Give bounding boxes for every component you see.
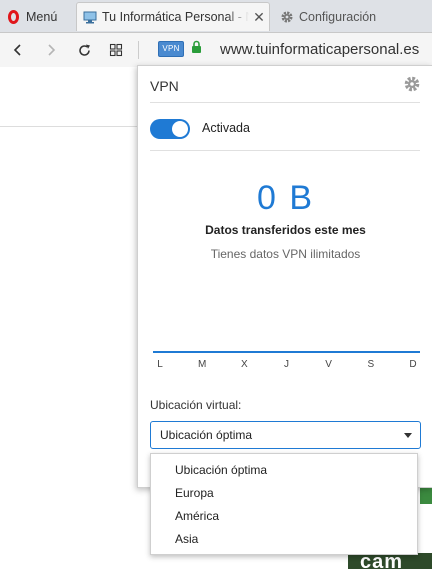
popup-divider	[150, 102, 420, 103]
selected-location: Ubicación óptima	[160, 428, 253, 442]
menu-label: Menú	[26, 9, 58, 24]
vpn-toggle[interactable]	[150, 119, 190, 139]
grid-icon	[109, 43, 123, 57]
virtual-location-select[interactable]: Ubicación óptima	[150, 421, 421, 449]
tab-title: Tu Informática Personal - N	[102, 10, 249, 24]
page-divider	[0, 126, 140, 127]
location-option[interactable]: América	[175, 509, 219, 523]
data-transferred-amount: 0 B	[256, 179, 315, 217]
location-option[interactable]: Europa	[175, 486, 214, 500]
monitor-icon	[83, 11, 97, 24]
usage-chart-baseline	[153, 351, 420, 353]
tab-title: Configuración	[299, 9, 377, 24]
toggle-knob	[172, 121, 188, 137]
location-option[interactable]: Ubicación óptima	[175, 463, 267, 477]
toolbar-divider	[138, 41, 139, 59]
weekday-label: M	[197, 359, 207, 370]
caret-down-icon	[404, 433, 412, 438]
forward-arrow-icon	[48, 44, 56, 56]
weekday-label: D	[409, 359, 417, 370]
close-tab-icon[interactable]: ✕	[249, 9, 269, 26]
opera-menu-button[interactable]: Menú	[0, 2, 74, 31]
weekday-label: L	[157, 359, 163, 370]
back-arrow-icon	[13, 44, 21, 56]
weekday-label: J	[283, 359, 289, 370]
location-dropdown-list: Ubicación óptima Europa América Asia	[150, 453, 418, 555]
data-transferred-title: Datos transferidos este mes	[205, 223, 366, 237]
address-toolbar: VPN www.tuinformaticapersonal.es	[0, 33, 432, 67]
weekday-label: V	[325, 359, 332, 370]
location-option[interactable]: Asia	[175, 532, 198, 546]
tab-configuracion[interactable]: Configuración	[274, 2, 432, 31]
speed-dial-button[interactable]	[104, 38, 128, 62]
toggle-label: Activada	[202, 121, 250, 135]
forward-button[interactable]	[39, 38, 63, 62]
opera-logo-icon	[8, 9, 19, 24]
popup-title: VPN	[150, 78, 179, 94]
weekday-label: S	[367, 359, 375, 370]
lock-icon[interactable]	[191, 40, 202, 55]
back-button[interactable]	[6, 38, 30, 62]
background-page-image	[420, 486, 432, 504]
reload-icon	[78, 44, 90, 56]
usage-chart-weekdays: L M X J V S D	[153, 359, 420, 370]
tab-strip: Menú Tu Informática Personal - N ✕ Confi…	[0, 0, 432, 33]
tab-tu-informatica[interactable]: Tu Informática Personal - N ✕	[76, 2, 270, 31]
popup-divider	[150, 150, 420, 151]
reload-button[interactable]	[72, 38, 96, 62]
vpn-badge-button[interactable]: VPN	[158, 41, 184, 57]
url-field[interactable]: www.tuinformaticapersonal.es	[220, 41, 419, 58]
gear-icon[interactable]	[403, 75, 421, 93]
virtual-location-label: Ubicación virtual:	[150, 398, 242, 412]
weekday-label: X	[240, 359, 248, 370]
vpn-popup: VPN Activada 0 B Datos transferidos este…	[137, 65, 432, 488]
data-unlimited-note: Tienes datos VPN ilimitados	[210, 247, 361, 261]
gear-icon	[280, 10, 294, 24]
